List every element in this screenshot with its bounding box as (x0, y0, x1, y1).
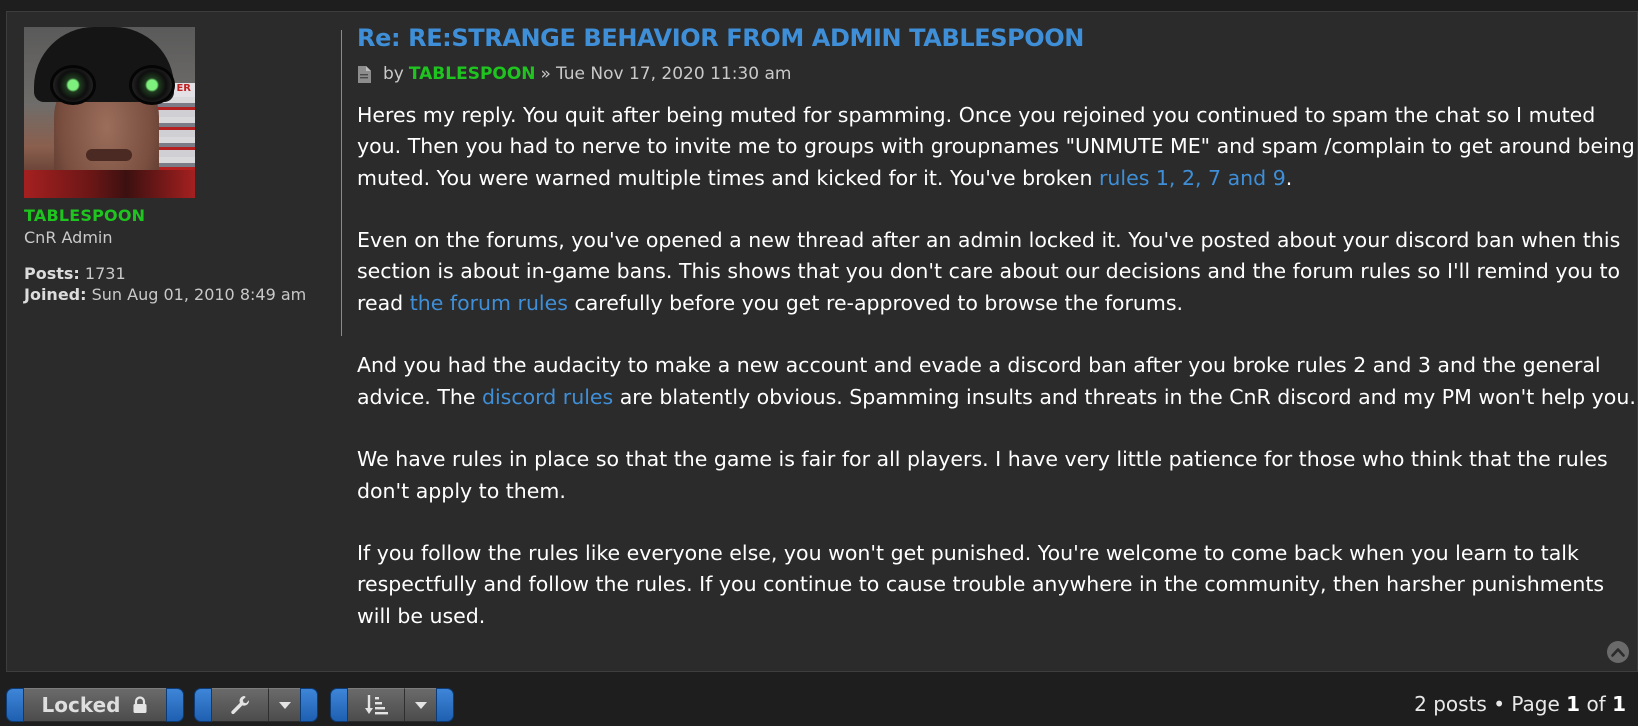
post-link[interactable]: the forum rules (410, 291, 568, 315)
pagination-bullet: • (1493, 692, 1506, 716)
posts-label: Posts: (24, 264, 80, 283)
post-title[interactable]: Re: RE:STRANGE BEHAVIOR FROM ADMIN TABLE… (357, 24, 1084, 52)
post-paragraph: If you follow the rules like everyone el… (357, 538, 1617, 632)
topic-tools-button[interactable] (194, 688, 318, 722)
post-paragraph: And you had the audacity to make a new a… (357, 350, 1636, 413)
post-paragraph: We have rules in place so that the game … (357, 444, 1617, 507)
post-text-segment: advice. The (357, 384, 482, 409)
post-document-icon[interactable] (357, 65, 371, 83)
profile-divider (341, 30, 342, 336)
wrench-icon (231, 696, 250, 715)
profile-rank: CnR Admin (24, 228, 113, 247)
topic-actions-bar: Locked 2 posts • Page 1 of 1 (0, 688, 1638, 726)
post-text-line: respectfully and follow the rules. If yo… (357, 572, 1605, 597)
sort-icon (365, 695, 388, 715)
sort-dropdown-toggle[interactable] (404, 688, 436, 722)
user-avatar[interactable]: ER (24, 27, 195, 198)
post-text-line: advice. The discord rules are blatently … (357, 382, 1636, 413)
current-page: 1 (1566, 692, 1581, 716)
posts-total: 2 posts (1414, 692, 1487, 716)
button-cap-right (300, 688, 318, 722)
post-text-line: We have rules in place so that the game … (357, 447, 1608, 472)
button-cap-left (194, 688, 212, 722)
avatar-shirt (24, 170, 195, 198)
post-text-line: don't apply to them. (357, 478, 566, 503)
of-label: of (1586, 692, 1606, 716)
post-link[interactable]: discord rules (482, 385, 613, 409)
chevron-up-icon (1611, 648, 1625, 657)
caret-down-icon (278, 701, 291, 709)
locked-button-body[interactable]: Locked (24, 688, 166, 722)
total-pages: 1 (1612, 692, 1626, 716)
post-meta: by TABLESPOON » Tue Nov 17, 2020 11:30 a… (357, 62, 791, 86)
button-cap-right (166, 688, 184, 722)
profile-username[interactable]: TABLESPOON (24, 206, 145, 225)
post-link[interactable]: rules 1, 2, 7 and 9 (1099, 166, 1286, 190)
lock-icon (133, 696, 147, 713)
post-container: ER TABLESPOON CnR Admin Posts: 1731 Join… (6, 11, 1638, 672)
post-text-segment: . (1285, 165, 1293, 190)
button-cap-right (436, 688, 454, 722)
sort-button[interactable] (330, 688, 454, 722)
avatar-mouth (86, 149, 132, 161)
post-text-segment: are blatently obvious. Spamming insults … (613, 384, 1636, 409)
post-date: Tue Nov 17, 2020 11:30 am (555, 64, 792, 84)
locked-label: Locked (41, 693, 121, 717)
profile-posts: Posts: 1731 (24, 264, 126, 284)
post-text-line: you. Then you had to nerve to invite me … (357, 134, 1635, 159)
post-text-line: read the forum rules carefully before yo… (357, 288, 1617, 319)
joined-label: Joined: (24, 285, 87, 304)
sort-button-body[interactable] (348, 688, 404, 722)
post-paragraph: Heres my reply. You quit after being mut… (357, 100, 1635, 194)
raquo-separator: » (540, 64, 551, 84)
tools-dropdown-toggle[interactable] (268, 688, 300, 722)
page-label: Page (1511, 692, 1560, 716)
post-content: Heres my reply. You quit after being mut… (357, 100, 1636, 663)
avatar-goggle-left (50, 65, 96, 105)
post-text-line: Heres my reply. You quit after being mut… (357, 103, 1596, 127)
by-label: by (383, 64, 404, 84)
post-text-line: section is about in-game bans. This show… (357, 259, 1621, 284)
post-author[interactable]: TABLESPOON (409, 64, 536, 84)
caret-down-icon (414, 701, 427, 709)
post-text-segment: read (357, 290, 410, 315)
posts-count[interactable]: 1731 (85, 264, 126, 283)
back-to-top-button[interactable] (1607, 641, 1629, 663)
post-text-segment: muted. You were warned multiple times an… (357, 165, 1099, 190)
tools-button-body[interactable] (212, 688, 268, 722)
avatar-goggle-right (129, 65, 175, 105)
post-paragraph: Even on the forums, you've opened a new … (357, 225, 1621, 319)
post-text-line: And you had the audacity to make a new a… (357, 353, 1601, 378)
locked-button[interactable]: Locked (6, 688, 184, 722)
post-text-line: muted. You were warned multiple times an… (357, 163, 1617, 194)
post-text-line: Even on the forums, you've opened a new … (357, 228, 1621, 253)
button-cap-left (330, 688, 348, 722)
profile-joined: Joined: Sun Aug 01, 2010 8:49 am (24, 285, 314, 305)
joined-date: Sun Aug 01, 2010 8:49 am (91, 285, 307, 304)
post-text-segment: carefully before you get re-approved to … (567, 290, 1184, 315)
button-cap-left (6, 688, 24, 722)
post-text-line: If you follow the rules like everyone el… (357, 541, 1579, 566)
pagination: 2 posts • Page 1 of 1 (1414, 692, 1626, 716)
post-text-line: will be used. (357, 603, 486, 628)
